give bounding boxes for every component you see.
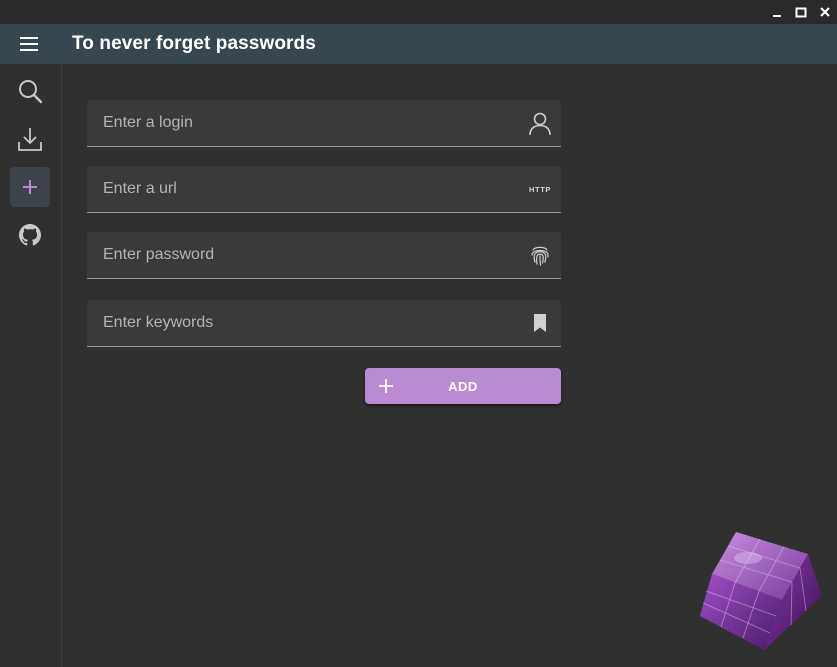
user-icon <box>527 110 553 136</box>
password-field[interactable] <box>87 232 561 279</box>
bookmark-icon <box>527 310 553 336</box>
close-icon <box>820 7 830 17</box>
add-button[interactable]: ADD <box>365 368 561 404</box>
search-icon <box>19 80 43 104</box>
close-button[interactable] <box>814 2 836 22</box>
sidebar <box>0 64 62 667</box>
app-bar: To never forget passwords <box>0 24 837 64</box>
password-input[interactable] <box>87 232 523 278</box>
maximize-icon <box>795 7 807 18</box>
keywords-field[interactable] <box>87 300 561 347</box>
sidebar-item-github[interactable] <box>10 215 50 255</box>
minimize-icon <box>773 15 781 17</box>
sidebar-item-search[interactable] <box>10 71 50 111</box>
download-icon <box>18 128 42 151</box>
window-title-bar <box>0 0 837 24</box>
github-icon <box>19 224 41 246</box>
login-input[interactable] <box>87 100 523 146</box>
purple-cube-logo <box>696 528 826 654</box>
fingerprint-icon <box>527 242 553 268</box>
http-icon-label: HTTP <box>529 184 551 194</box>
maximize-button[interactable] <box>790 2 812 22</box>
sidebar-item-download[interactable] <box>10 119 50 159</box>
sidebar-item-add[interactable] <box>10 167 50 207</box>
keywords-input[interactable] <box>87 300 523 346</box>
hamburger-menu-icon <box>20 37 38 51</box>
http-icon: HTTP <box>527 176 553 202</box>
url-input[interactable] <box>87 166 523 212</box>
menu-button[interactable] <box>16 34 44 54</box>
minimize-button[interactable] <box>766 2 788 22</box>
add-button-label: ADD <box>448 379 478 394</box>
plus-icon <box>23 180 37 194</box>
page-title: To never forget passwords <box>72 33 316 54</box>
login-field[interactable] <box>87 100 561 147</box>
url-field[interactable]: HTTP <box>87 166 561 213</box>
